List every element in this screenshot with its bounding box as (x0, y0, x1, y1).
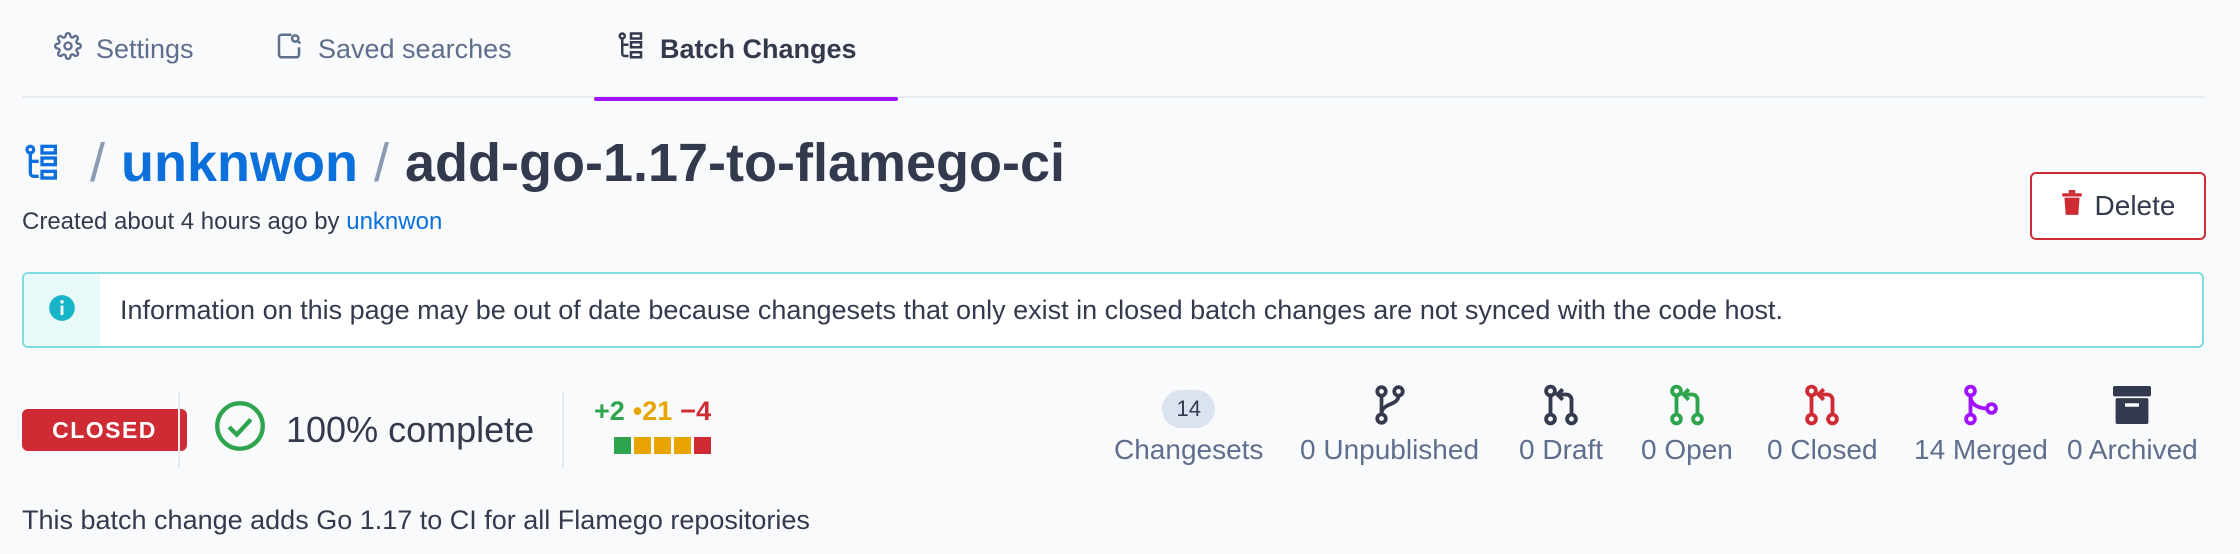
stat-changesets: 14 Changesets (1114, 382, 1263, 478)
changesets-count: 14 (1162, 390, 1215, 428)
changesets-label: Changesets (1114, 434, 1264, 465)
pull-request-closed-icon (1804, 384, 1840, 433)
status-badge: CLOSED (22, 409, 187, 451)
diff-bar-changed (634, 437, 651, 454)
tab-label: Settings (96, 33, 194, 64)
batch-changes-icon (22, 143, 62, 183)
divider (562, 392, 564, 468)
namespace-link[interactable]: unknwon (121, 132, 358, 194)
lines-changed: •21 (632, 396, 673, 426)
page-title: / unknwon / add-go-1.17-to-flamego-ci (22, 130, 1065, 196)
unpublished-label: 0 Unpublished (1300, 434, 1480, 465)
stat-open: 0 Open (1641, 382, 1733, 478)
active-tab-indicator (594, 97, 898, 101)
diff-bar-graph (614, 437, 711, 454)
open-label: 0 Open (1641, 434, 1733, 465)
gear-icon (54, 31, 82, 67)
breadcrumb-separator: / (373, 133, 389, 193)
info-alert: Information on this page may be out of d… (22, 272, 2204, 348)
diff-bar-changed (674, 437, 691, 454)
archive-icon (2113, 385, 2152, 432)
stat-closed: 0 Closed (1767, 382, 1878, 478)
tab-label: Batch Changes (660, 33, 857, 64)
tab-label: Saved searches (318, 33, 512, 64)
stat-merged: 14 Merged (1914, 382, 2048, 478)
created-prefix: Created about 4 hours ago by (22, 208, 340, 235)
created-info: Created about 4 hours ago by unknwon (22, 208, 442, 236)
closed-label: 0 Closed (1767, 434, 1878, 465)
diff-bar-changed (654, 437, 671, 454)
divider (178, 392, 180, 468)
info-icon (48, 294, 76, 327)
trash-icon (2061, 189, 2083, 223)
batch-change-description: This batch change adds Go 1.17 to CI for… (22, 505, 810, 535)
batch-changes-icon (616, 31, 646, 68)
tab-saved-searches[interactable]: Saved searches (274, 0, 512, 98)
batch-change-name: add-go-1.17-to-flamego-ci (405, 133, 1066, 193)
diff-bar-deleted (694, 437, 711, 454)
pull-request-open-icon (1669, 384, 1705, 433)
alert-icon-container (24, 274, 100, 346)
archived-label: 0 Archived (2067, 434, 2198, 465)
saved-search-icon (274, 31, 304, 68)
completion-status: 100% complete (214, 394, 534, 466)
author-link[interactable]: unknwon (346, 208, 442, 235)
tab-batch-changes[interactable]: Batch Changes (594, 0, 898, 101)
branch-icon (1373, 384, 1407, 433)
completion-text: 100% complete (286, 409, 535, 450)
diff-stat: +2 •21 −4 (594, 396, 711, 454)
batch-change-stats: CLOSED 100% complete +2 •21 −4 14 Change… (22, 382, 2208, 482)
breadcrumb-separator: / (90, 133, 106, 193)
delete-button[interactable]: Delete (2030, 172, 2206, 240)
delete-label: Delete (2094, 190, 2176, 221)
draft-label: 0 Draft (1519, 434, 1604, 465)
tab-bar: Settings Saved searches Batch Changes (22, 0, 2204, 101)
alert-text: Information on this page may be out of d… (120, 294, 1784, 325)
pull-request-draft-icon (1543, 384, 1579, 433)
tab-settings[interactable]: Settings (54, 0, 194, 98)
check-circle-icon (214, 400, 266, 461)
lines-added: +2 (594, 396, 625, 426)
stat-draft: 0 Draft (1519, 382, 1603, 478)
diff-bar-added (614, 437, 631, 454)
stat-unpublished: 0 Unpublished (1300, 382, 1479, 478)
stat-archived: 0 Archived (2067, 382, 2198, 478)
merge-icon (1963, 384, 1999, 433)
lines-deleted: −4 (680, 396, 712, 426)
merged-label: 14 Merged (1914, 434, 2048, 465)
